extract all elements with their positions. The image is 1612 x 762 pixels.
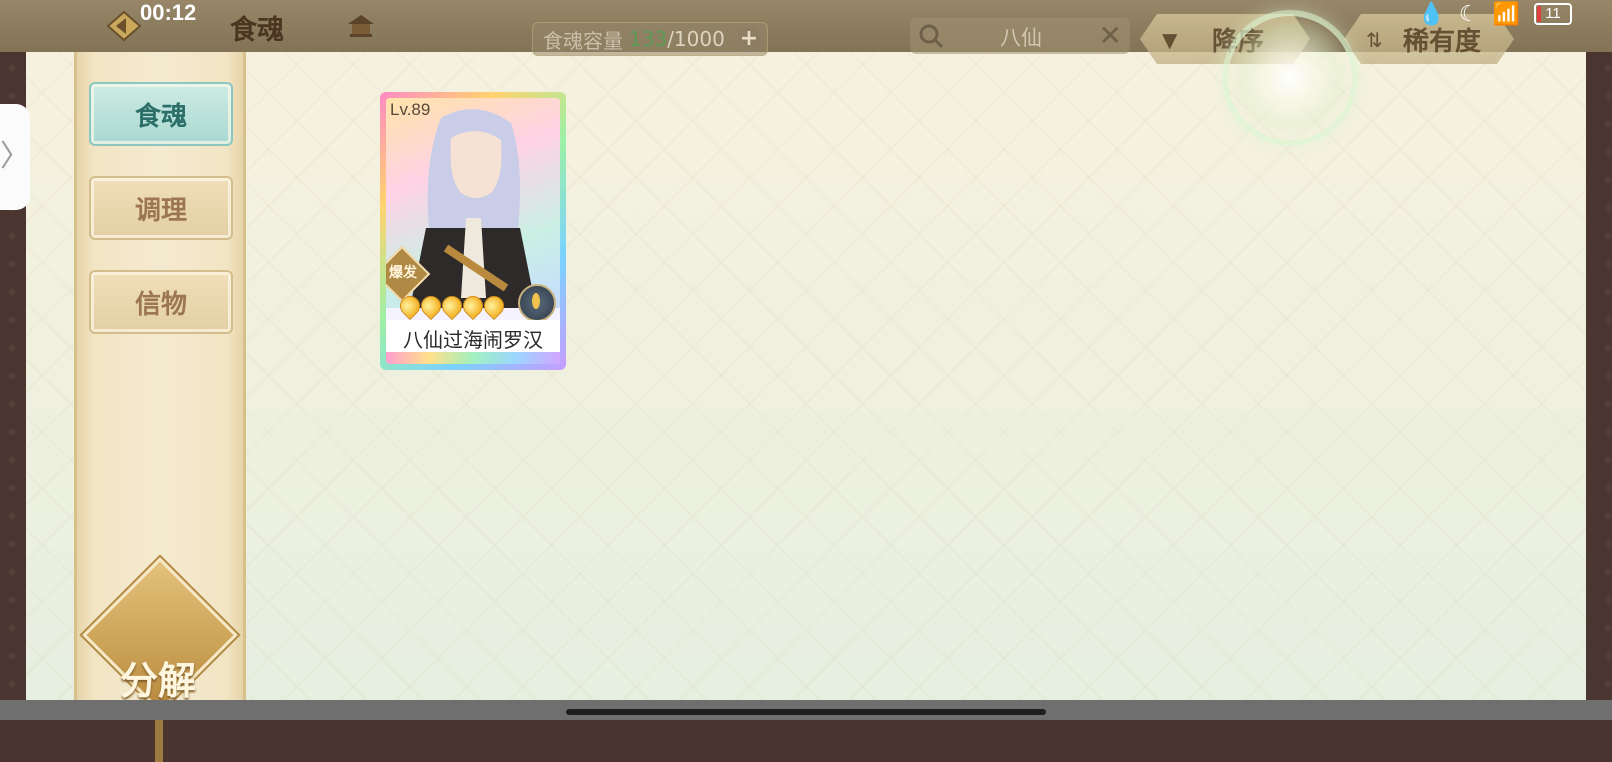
sidebar-item-cooking[interactable]: 调理 bbox=[89, 176, 233, 240]
sidebar-item-food-souls[interactable]: 食魂 bbox=[89, 82, 233, 146]
sidebar-item-label: 食魂 bbox=[134, 101, 187, 132]
type-badge-label: 爆发 bbox=[389, 265, 417, 281]
sidebar-item-label: 调理 bbox=[134, 195, 187, 226]
capacity-indicator: 食魂容量 133 /1000 + bbox=[532, 22, 768, 56]
battery-percent: 11 bbox=[1545, 5, 1561, 22]
card-inner: Lv.89 爆发 八仙过海闹罗汉 bbox=[386, 98, 560, 364]
moon-icon: ☾ bbox=[1458, 1, 1479, 27]
swap-arrows-icon: ⇅ bbox=[1366, 28, 1383, 52]
main-content-area bbox=[26, 52, 1586, 700]
battery-level bbox=[1537, 6, 1541, 22]
star-rating bbox=[395, 291, 509, 321]
element-icon bbox=[518, 284, 556, 322]
side-drawer-handle[interactable]: 〉 bbox=[0, 104, 30, 210]
decompose-label[interactable]: 分解 bbox=[113, 650, 203, 705]
sidebar-item-tokens[interactable]: 信物 bbox=[89, 270, 233, 334]
home-indicator[interactable] bbox=[566, 709, 1046, 715]
back-arrow-icon bbox=[106, 10, 142, 42]
category-sidebar: 食魂 调理 信物 分解 bbox=[74, 52, 246, 762]
card-level: Lv.89 bbox=[390, 100, 431, 119]
triangle-down-icon: ▼ bbox=[1162, 28, 1178, 52]
search-input[interactable]: 八仙 bbox=[1000, 22, 1042, 52]
search-box[interactable]: 八仙 ✕ bbox=[910, 18, 1130, 54]
home-pavilion-icon[interactable] bbox=[346, 12, 376, 40]
system-status-icons: 💧 ☾ 📶 11 bbox=[1417, 0, 1572, 28]
star-icon bbox=[479, 291, 509, 321]
capacity-max: /1000 bbox=[667, 27, 725, 51]
add-capacity-button[interactable]: + bbox=[737, 28, 761, 52]
capacity-label: 食魂容量 bbox=[543, 28, 623, 53]
sidebar-item-label: 信物 bbox=[134, 289, 187, 320]
back-button[interactable] bbox=[104, 10, 144, 42]
card-rainbow-border bbox=[386, 352, 560, 364]
status-time: 00:12 bbox=[140, 0, 197, 25]
food-soul-card[interactable]: Lv.89 爆发 八仙过海闹罗汉 bbox=[380, 92, 566, 370]
page-title: 食魂 bbox=[230, 15, 284, 46]
water-drop-icon: 💧 bbox=[1417, 1, 1445, 27]
touch-glow-effect bbox=[1228, 16, 1352, 140]
battery-icon: 11 bbox=[1534, 3, 1572, 25]
tassel-decoration bbox=[155, 718, 163, 762]
capacity-current: 133 bbox=[629, 27, 668, 51]
search-icon bbox=[919, 24, 944, 49]
clear-search-icon[interactable]: ✕ bbox=[1099, 19, 1122, 52]
wifi-icon: 📶 bbox=[1492, 1, 1520, 27]
